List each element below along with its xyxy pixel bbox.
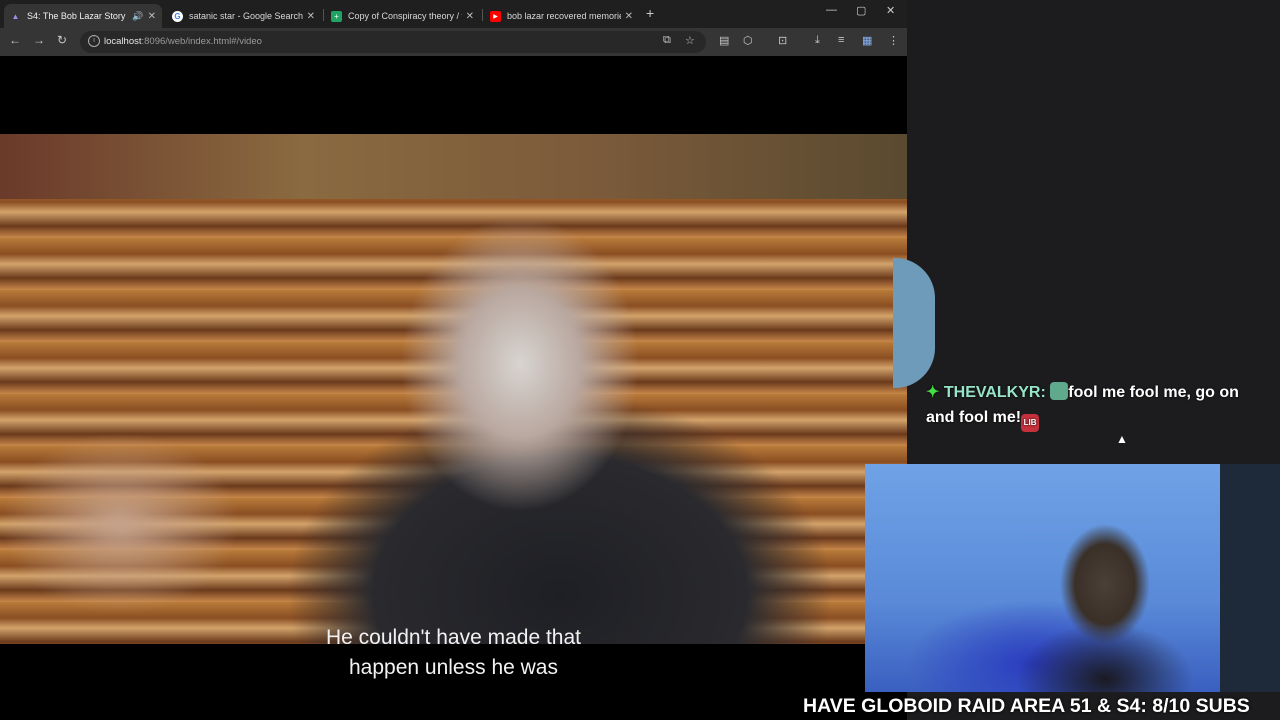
video-frame [0, 134, 907, 644]
site-info-icon[interactable]: i [88, 35, 100, 47]
overlay-shape [893, 258, 935, 388]
close-tab-icon[interactable]: ✕ [625, 11, 633, 22]
speaker-icon[interactable]: 🔊 [132, 11, 143, 22]
extensions-icon[interactable]: ⬡ [743, 34, 753, 47]
bookmark-star-icon[interactable]: ☆ [685, 34, 695, 47]
new-tab-button[interactable]: + [646, 5, 654, 21]
address-bar[interactable]: i localhost:8096/web/index.html#/video [80, 31, 706, 53]
tab-bob-lazar-memories[interactable]: ▶ bob lazar recovered memories ✕ [484, 4, 639, 28]
media-controls-icon[interactable]: ≡ [838, 34, 844, 46]
profile-icon[interactable]: ▦ [862, 34, 872, 47]
triangle-logo-icon: ▲ [11, 11, 20, 21]
mouse-cursor-icon: ▲ [1116, 432, 1128, 446]
menu-kebab-icon[interactable]: ⋮ [888, 34, 899, 47]
close-tab-icon[interactable]: ✕ [307, 11, 315, 22]
reload-icon[interactable]: ↻ [57, 33, 67, 47]
browser-window: ▲ S4: The Bob Lazar Story 🔊 ✕ G satanic … [0, 0, 907, 720]
sheets-icon: + [331, 10, 342, 22]
cast-icon[interactable]: ⧉ [663, 34, 671, 47]
video-player[interactable]: He couldn't have made that happen unless… [0, 57, 907, 720]
forward-arrow-icon[interactable]: → [33, 33, 45, 47]
ghost-emote-icon [1050, 382, 1069, 400]
tab-search-icon[interactable]: ⊡ [778, 34, 787, 47]
close-tab-icon[interactable]: ✕ [466, 11, 474, 22]
sub-goal-banner: HAVE GLOBOID RAID AREA 51 & S4: 8/10 SUB… [803, 695, 1250, 717]
webcam-feed [865, 464, 1280, 692]
minimize-icon[interactable]: — [826, 4, 837, 16]
sparkle-badge-icon: ✦ [926, 384, 940, 401]
close-tab-icon[interactable]: ✕ [148, 11, 156, 22]
download-icon[interactable]: ⤓ [815, 34, 820, 47]
tab-satanic-star-search[interactable]: G satanic star - Google Search ✕ [166, 4, 321, 28]
lib-emote-icon: LIB [1021, 414, 1040, 432]
webcam-background-shelf [1220, 464, 1280, 692]
tab-bob-lazar-story[interactable]: ▲ S4: The Bob Lazar Story 🔊 ✕ [4, 4, 162, 28]
chat-message: ✦ THEVALKYR: fool me fool me, go on and … [926, 380, 1266, 432]
back-arrow-icon[interactable]: ← [9, 33, 21, 47]
url-text: localhost:8096/web/index.html#/video [104, 36, 262, 47]
chat-username: THEVALKYR: [943, 384, 1046, 401]
clipboard-icon[interactable]: ▤ [719, 34, 729, 47]
youtube-icon: ▶ [490, 10, 501, 22]
maximize-icon[interactable]: ▢ [856, 4, 866, 17]
tab-separator [323, 9, 324, 21]
browser-toolbar: ← → ↻ i localhost:8096/web/index.html#/v… [0, 28, 907, 56]
tab-conspiracy-sheet[interactable]: + Copy of Conspiracy theory / tre ✕ [325, 4, 480, 28]
window-close-icon[interactable]: ✕ [886, 4, 895, 17]
tab-strip: ▲ S4: The Bob Lazar Story 🔊 ✕ G satanic … [0, 0, 907, 28]
google-icon: G [172, 10, 183, 22]
video-subtitle: He couldn't have made that happen unless… [325, 626, 581, 679]
tab-separator [482, 9, 483, 21]
